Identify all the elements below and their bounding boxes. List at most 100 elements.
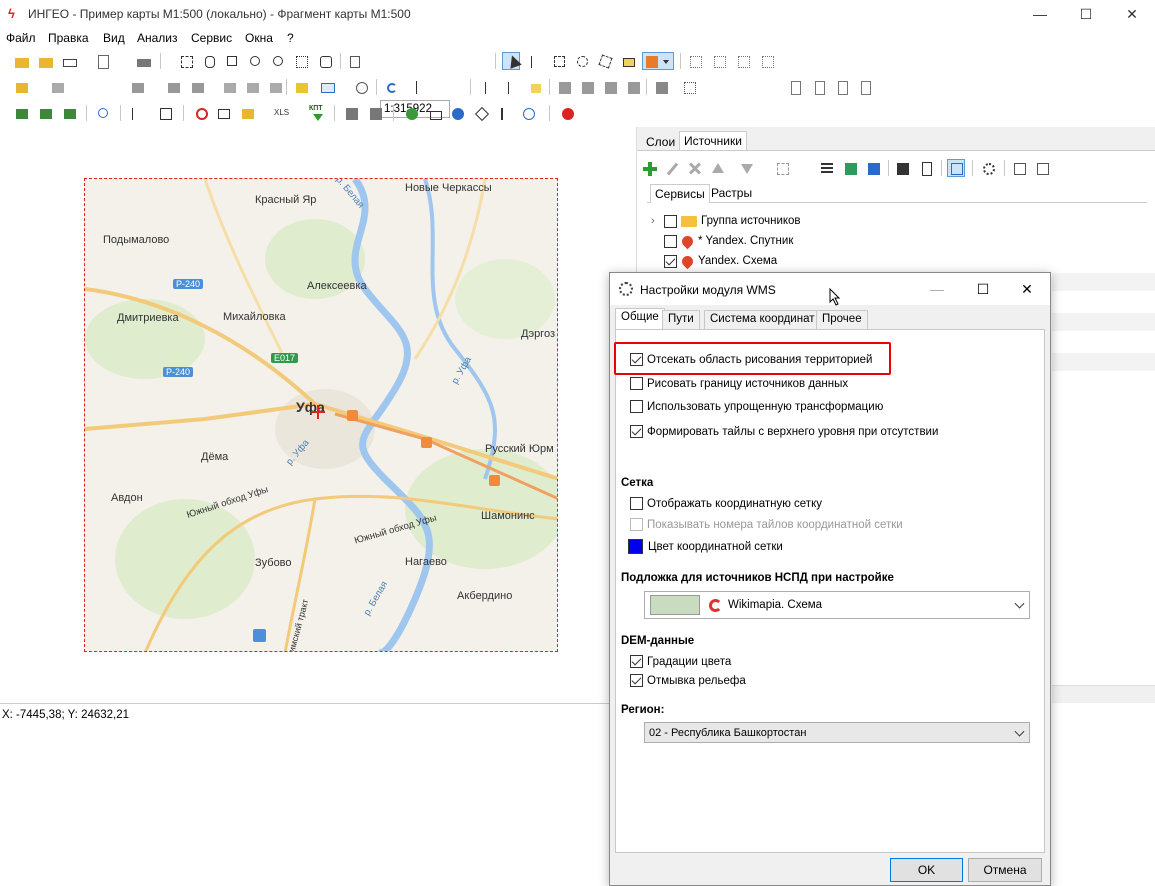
tree-checkbox[interactable] bbox=[664, 214, 677, 228]
map-tile-area[interactable]: Новые Черкассы Красный Яр Подымалово Р-2… bbox=[84, 178, 558, 652]
wms-icon[interactable] bbox=[448, 104, 466, 122]
new-object-icon[interactable] bbox=[12, 78, 30, 96]
query-icon[interactable] bbox=[127, 104, 145, 122]
maximize-button[interactable]: ☐ bbox=[1063, 0, 1109, 28]
select-info-icon[interactable] bbox=[526, 52, 544, 70]
tab-other[interactable]: Прочее bbox=[816, 310, 868, 329]
color-gradient-checkbox[interactable] bbox=[630, 655, 643, 668]
zoom-extent-icon[interactable] bbox=[177, 52, 195, 70]
snap-3-icon[interactable] bbox=[526, 78, 544, 96]
zoom-out-icon[interactable] bbox=[269, 52, 287, 70]
menu-view[interactable]: Вид bbox=[103, 31, 125, 45]
ok-button[interactable]: OK bbox=[890, 858, 963, 882]
object-props-icon[interactable] bbox=[48, 78, 66, 96]
edit-tool-1-icon[interactable] bbox=[686, 52, 704, 70]
edit-tool-2-icon[interactable] bbox=[710, 52, 728, 70]
help-icon[interactable] bbox=[519, 104, 537, 122]
doc-4-icon[interactable] bbox=[856, 78, 874, 96]
settings-gear-icon[interactable] bbox=[979, 159, 997, 177]
hillshade-option[interactable]: Отмывка рельефа bbox=[630, 674, 746, 687]
doc-settings-icon[interactable] bbox=[917, 159, 935, 177]
pan-hand-icon[interactable] bbox=[200, 52, 218, 70]
list-icon[interactable] bbox=[817, 159, 835, 177]
edit-shape-icon[interactable] bbox=[220, 78, 238, 96]
query-2-icon[interactable] bbox=[156, 104, 174, 122]
split-icon[interactable] bbox=[243, 78, 261, 96]
tree-checkbox[interactable] bbox=[664, 254, 677, 268]
stack-icon[interactable] bbox=[60, 52, 78, 70]
move-up-icon[interactable] bbox=[708, 159, 726, 177]
tool-a-icon[interactable] bbox=[342, 104, 360, 122]
survey-2-icon[interactable] bbox=[36, 104, 54, 122]
snap-2-icon[interactable] bbox=[503, 78, 521, 96]
geom-3-icon[interactable] bbox=[601, 78, 619, 96]
geom-4-icon[interactable] bbox=[624, 78, 642, 96]
edit-source-icon[interactable] bbox=[663, 159, 681, 177]
edit-tool-3-icon[interactable] bbox=[734, 52, 752, 70]
highlight-style-icon[interactable] bbox=[642, 52, 674, 70]
dialog-close-button[interactable]: ✕ bbox=[1004, 273, 1050, 305]
snap-1-icon[interactable] bbox=[480, 78, 498, 96]
extent-icon[interactable] bbox=[773, 159, 791, 177]
save-icon[interactable] bbox=[893, 159, 911, 177]
uncheck-all-icon[interactable] bbox=[1010, 159, 1028, 177]
grid-color-option[interactable]: Цвет координатной сетки bbox=[628, 539, 783, 554]
doc-2-icon[interactable] bbox=[810, 78, 828, 96]
xls-export-button[interactable]: XLS bbox=[274, 108, 289, 117]
move-object-icon[interactable] bbox=[188, 78, 206, 96]
db-sync-icon[interactable] bbox=[352, 78, 370, 96]
table-icon[interactable] bbox=[318, 78, 336, 96]
full-extent-icon[interactable] bbox=[292, 52, 310, 70]
select-circle-icon[interactable] bbox=[573, 52, 591, 70]
doc-1-icon[interactable] bbox=[786, 78, 804, 96]
tab-general[interactable]: Общие bbox=[615, 308, 665, 330]
undo-icon[interactable] bbox=[382, 78, 400, 96]
substrate-select[interactable]: Wikimapia. Схема bbox=[644, 591, 1030, 619]
color-gradient-option[interactable]: Градации цвета bbox=[630, 655, 731, 668]
show-grid-option[interactable]: Отображать координатную сетку bbox=[630, 497, 822, 510]
open-icon[interactable] bbox=[12, 52, 30, 70]
simplified-transform-option[interactable]: Использовать упрощенную трансформацию bbox=[630, 400, 883, 413]
delete-source-icon[interactable] bbox=[685, 159, 703, 177]
forbid-icon[interactable] bbox=[192, 104, 210, 122]
simplified-transform-checkbox[interactable] bbox=[630, 400, 643, 413]
tab-coord-system[interactable]: Система координат bbox=[704, 310, 821, 329]
zoom-prev-icon[interactable] bbox=[316, 52, 334, 70]
map-canvas[interactable]: Новые Черкассы Красный Яр Подымалово Р-2… bbox=[0, 127, 633, 703]
height-icon[interactable] bbox=[496, 104, 514, 122]
add-layer-icon[interactable] bbox=[292, 78, 310, 96]
menu-service[interactable]: Сервис bbox=[191, 31, 232, 45]
menu-file[interactable]: Файл bbox=[6, 31, 36, 45]
select-rect-icon[interactable] bbox=[550, 52, 568, 70]
edit-tool-4-icon[interactable] bbox=[758, 52, 776, 70]
menu-analysis[interactable]: Анализ bbox=[137, 31, 178, 45]
show-grid-checkbox[interactable] bbox=[630, 497, 643, 510]
geom-1-icon[interactable] bbox=[555, 78, 573, 96]
hillshade-checkbox[interactable] bbox=[630, 674, 643, 687]
tree-item-group[interactable]: › Группа источников bbox=[651, 211, 801, 231]
close-button[interactable]: ✕ bbox=[1109, 0, 1155, 28]
delete-object-icon[interactable] bbox=[164, 78, 182, 96]
doc-3-icon[interactable] bbox=[833, 78, 851, 96]
upper-tiles-option[interactable]: Формировать тайлы с верхнего уровня при … bbox=[630, 425, 938, 438]
scale-icon[interactable] bbox=[346, 52, 364, 70]
layers-open-icon[interactable] bbox=[36, 52, 54, 70]
menu-edit[interactable]: Правка bbox=[48, 31, 89, 45]
upper-tiles-checkbox[interactable] bbox=[630, 425, 643, 438]
dialog-maximize-button[interactable]: ☐ bbox=[960, 273, 1006, 305]
move-down-icon[interactable] bbox=[737, 159, 755, 177]
find-icon[interactable] bbox=[94, 104, 112, 122]
kpt-icon[interactable]: КПТ bbox=[308, 104, 326, 122]
print-icon[interactable] bbox=[134, 52, 152, 70]
signal-icon[interactable] bbox=[947, 159, 965, 177]
globe-icon[interactable] bbox=[402, 104, 420, 122]
check-all-icon[interactable] bbox=[1033, 159, 1051, 177]
raster-icon[interactable] bbox=[841, 159, 859, 177]
tab-paths[interactable]: Пути bbox=[662, 310, 700, 329]
menu-windows[interactable]: Окна bbox=[245, 31, 273, 45]
survey-3-icon[interactable] bbox=[60, 104, 78, 122]
help-cursor-icon[interactable] bbox=[410, 78, 428, 96]
cancel-button[interactable]: Отмена bbox=[968, 858, 1042, 882]
geom-5-icon[interactable] bbox=[652, 78, 670, 96]
tool-b-icon[interactable] bbox=[366, 104, 384, 122]
